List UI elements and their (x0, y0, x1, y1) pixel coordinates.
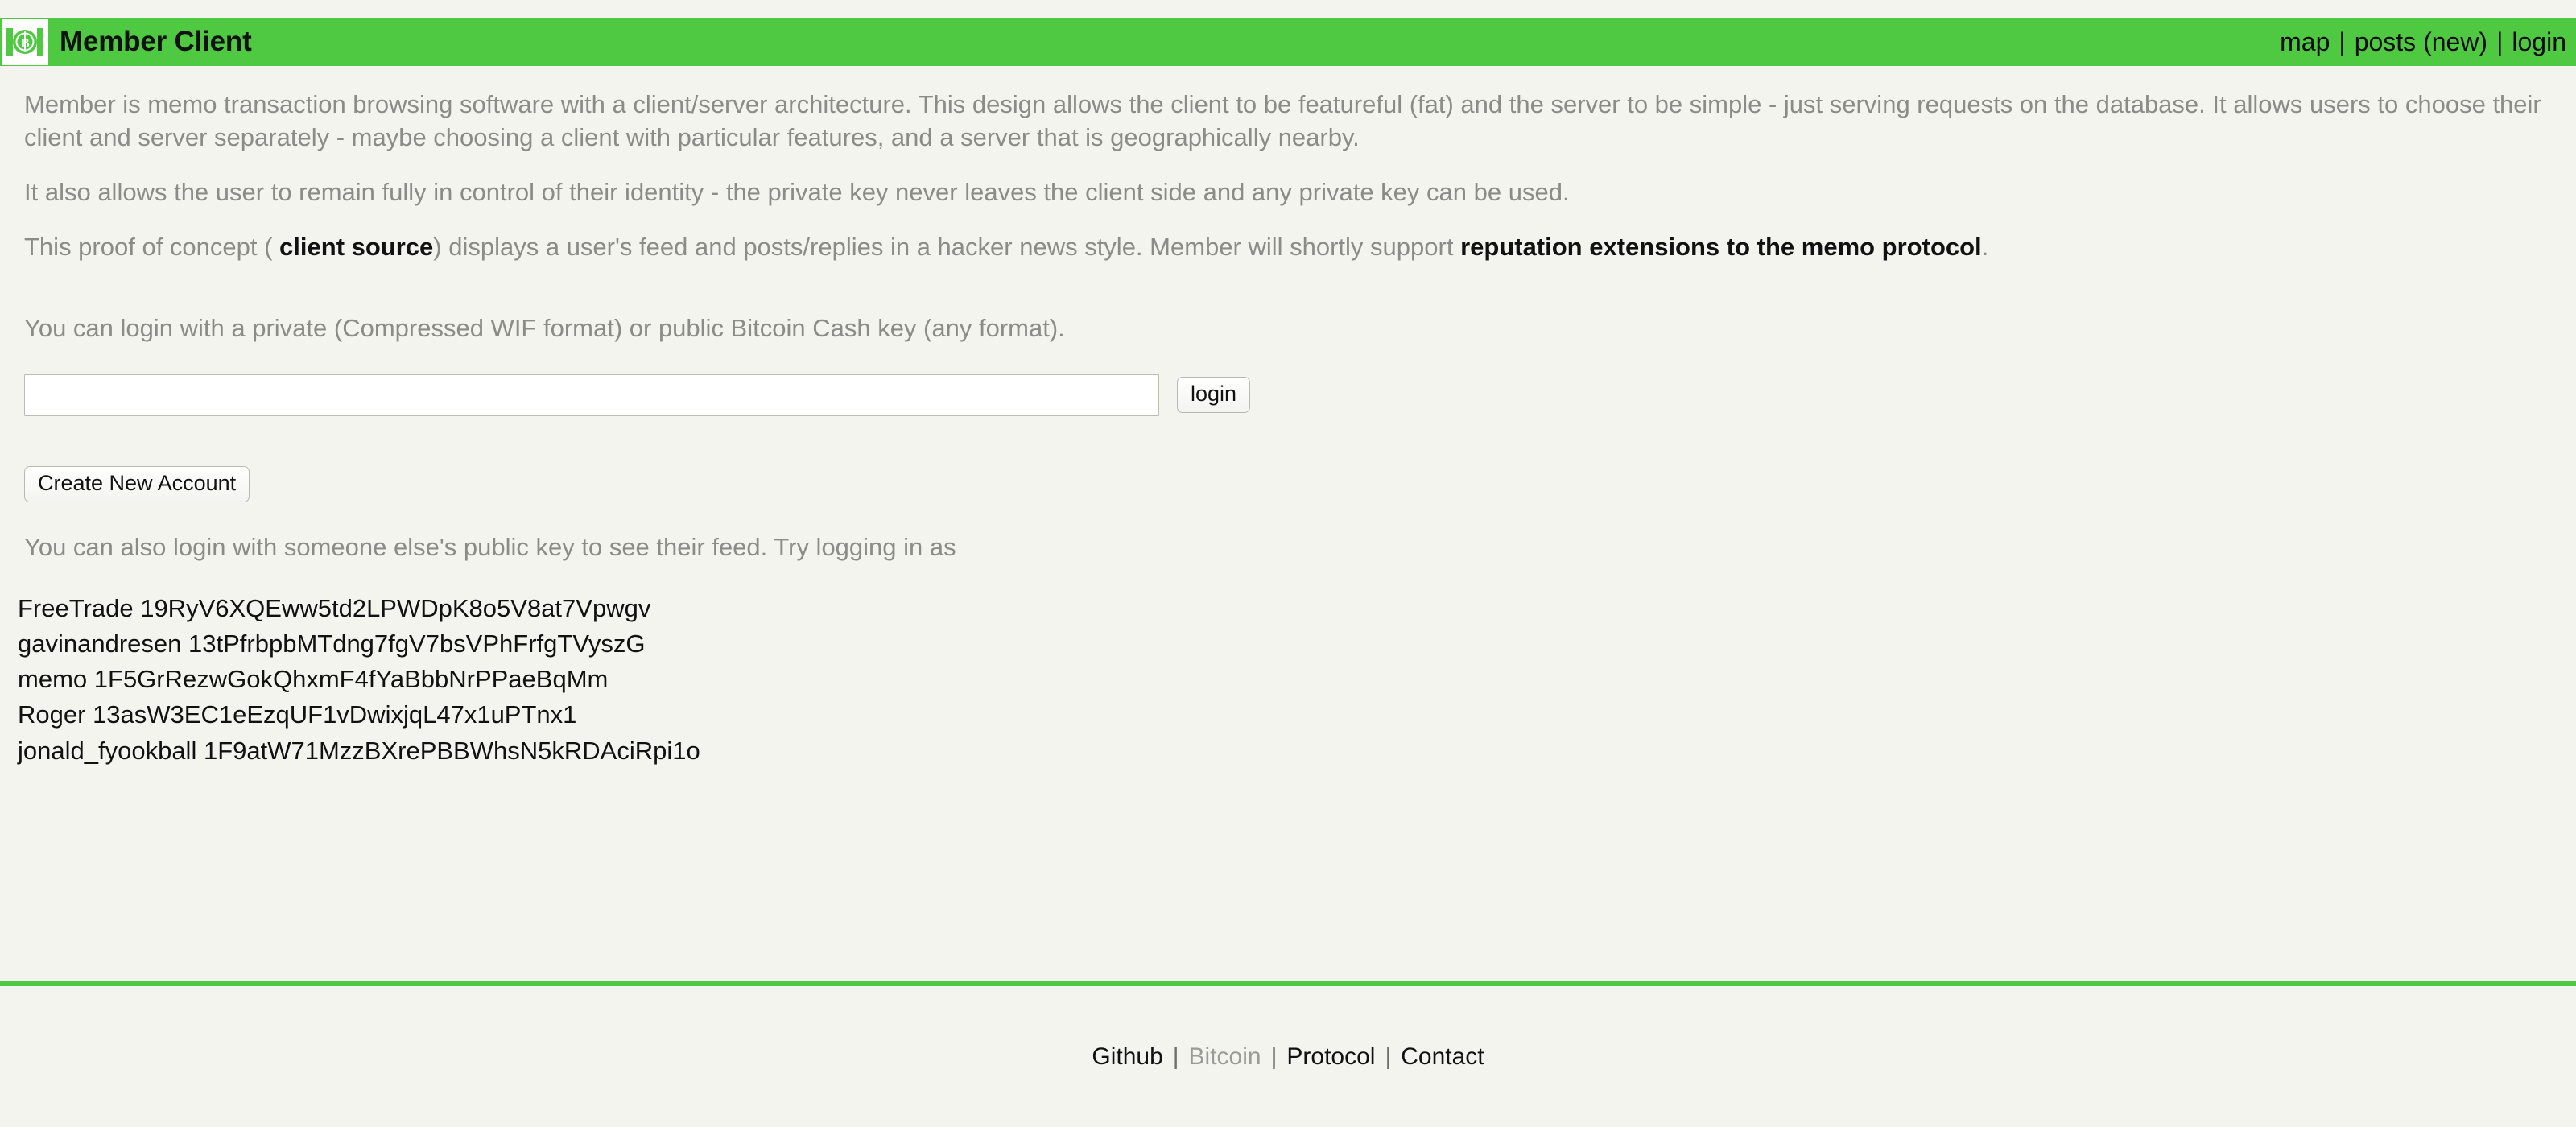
user-address: 13tPfrbpbMTdng7fgV7bsVPhFrfgTVyszG (188, 630, 646, 658)
nav-map[interactable]: map (2280, 27, 2330, 57)
user-link-2[interactable]: memo 1F5GrRezwGokQhxmF4fYaBbbNrPPaeBqMm (18, 665, 608, 693)
user-link-3[interactable]: Roger 13asW3EC1eEzqUF1vDwixjqL47x1uPTnx1 (18, 700, 576, 729)
user-name: gavinandresen (18, 630, 182, 658)
intro-paragraph-3: This proof of concept ( client source) d… (0, 209, 2576, 264)
user-link-1[interactable]: gavinandresen 13tPfrbpbMTdng7fgV7bsVPhFr… (18, 630, 645, 658)
private-or-public-key-input[interactable] (24, 374, 1159, 416)
user-name: FreeTrade (18, 594, 134, 623)
sample-user-list: FreeTrade 19RyV6XQEww5td2LPWDpK8o5V8at7V… (0, 564, 2576, 768)
also-login-hint-text: You can also login with someone else's p… (24, 532, 956, 561)
main-content: Member is memo transaction browsing soft… (0, 66, 2576, 769)
paragraph3-text-part1: This proof of concept ( (24, 232, 280, 261)
user-link-0[interactable]: FreeTrade 19RyV6XQEww5td2LPWDpK8o5V8at7V… (18, 594, 650, 622)
create-account-area: Create New Account (0, 416, 2576, 502)
paragraph3-text-part3: . (1981, 232, 1989, 261)
nav-login[interactable]: login (2512, 27, 2566, 57)
user-name: memo (18, 665, 88, 694)
intro-paragraph-2: It also allows the user to remain fully … (24, 177, 1570, 206)
list-item: FreeTrade 19RyV6XQEww5td2LPWDpK8o5V8at7V… (18, 591, 2576, 626)
page-title: Member Client (60, 26, 252, 57)
list-item: Roger 13asW3EC1eEzqUF1vDwixjqL47x1uPTnx1 (18, 697, 2576, 733)
nav-posts[interactable]: posts (new) (2355, 27, 2487, 57)
login-button[interactable]: login (1177, 377, 1251, 414)
user-address: 19RyV6XQEww5td2LPWDpK8o5V8at7Vpwgv (140, 594, 651, 623)
user-name: Roger (18, 700, 86, 729)
user-link-4[interactable]: jonald_fyookball 1F9atW71MzzBXrePBBWhsN5… (18, 737, 700, 765)
login-hint-text: You can login with a private (Compressed… (24, 313, 1065, 342)
user-address: 1F9atW71MzzBXrePBBWhsN5kRDAciRpi1o (203, 736, 700, 765)
create-new-account-button[interactable]: Create New Account (24, 465, 250, 502)
footer-separator: | (1172, 1042, 1179, 1070)
footer-link-contact[interactable]: Contact (1401, 1043, 1484, 1071)
footer-link-protocol[interactable]: Protocol (1286, 1043, 1375, 1071)
list-item: memo 1F5GrRezwGokQhxmF4fYaBbbNrPPaeBqMm (18, 662, 2576, 697)
intro-paragraph-1: Member is memo transaction browsing soft… (24, 90, 2541, 151)
user-address: 1F5GrRezwGokQhxmF4fYaBbbNrPPaeBqMm (93, 665, 609, 694)
login-form: login (0, 345, 2576, 416)
bitcoin-cash-banknote-icon: B (2, 19, 48, 65)
footer-separator: | (1270, 1042, 1278, 1070)
paragraph3-text-part2: ) displays a user's feed and posts/repli… (433, 232, 1461, 261)
brand: B Member Client (0, 18, 252, 66)
top-header-bar: B Member Client map | posts (new) | logi… (0, 18, 2576, 66)
list-item: jonald_fyookball 1F9atW71MzzBXrePBBWhsN5… (18, 733, 2576, 769)
user-name: jonald_fyookball (18, 736, 197, 765)
footer-link-bitcoin[interactable]: Bitcoin (1189, 1043, 1261, 1071)
client-source-link[interactable]: client source (279, 233, 433, 261)
footer-separator: | (1385, 1042, 1392, 1070)
nav-separator: | (2496, 27, 2504, 56)
footer-link-github[interactable]: Github (1092, 1043, 1162, 1071)
nav-separator: | (2339, 27, 2346, 56)
user-address: 13asW3EC1eEzqUF1vDwixjqL47x1uPTnx1 (93, 700, 577, 729)
reputation-extensions-link[interactable]: reputation extensions to the memo protoc… (1460, 233, 1982, 261)
footer: Github | Bitcoin | Protocol | Contact (0, 986, 2576, 1127)
list-item: gavinandresen 13tPfrbpbMTdng7fgV7bsVPhFr… (18, 626, 2576, 662)
top-nav: map | posts (new) | login (2280, 27, 2566, 57)
